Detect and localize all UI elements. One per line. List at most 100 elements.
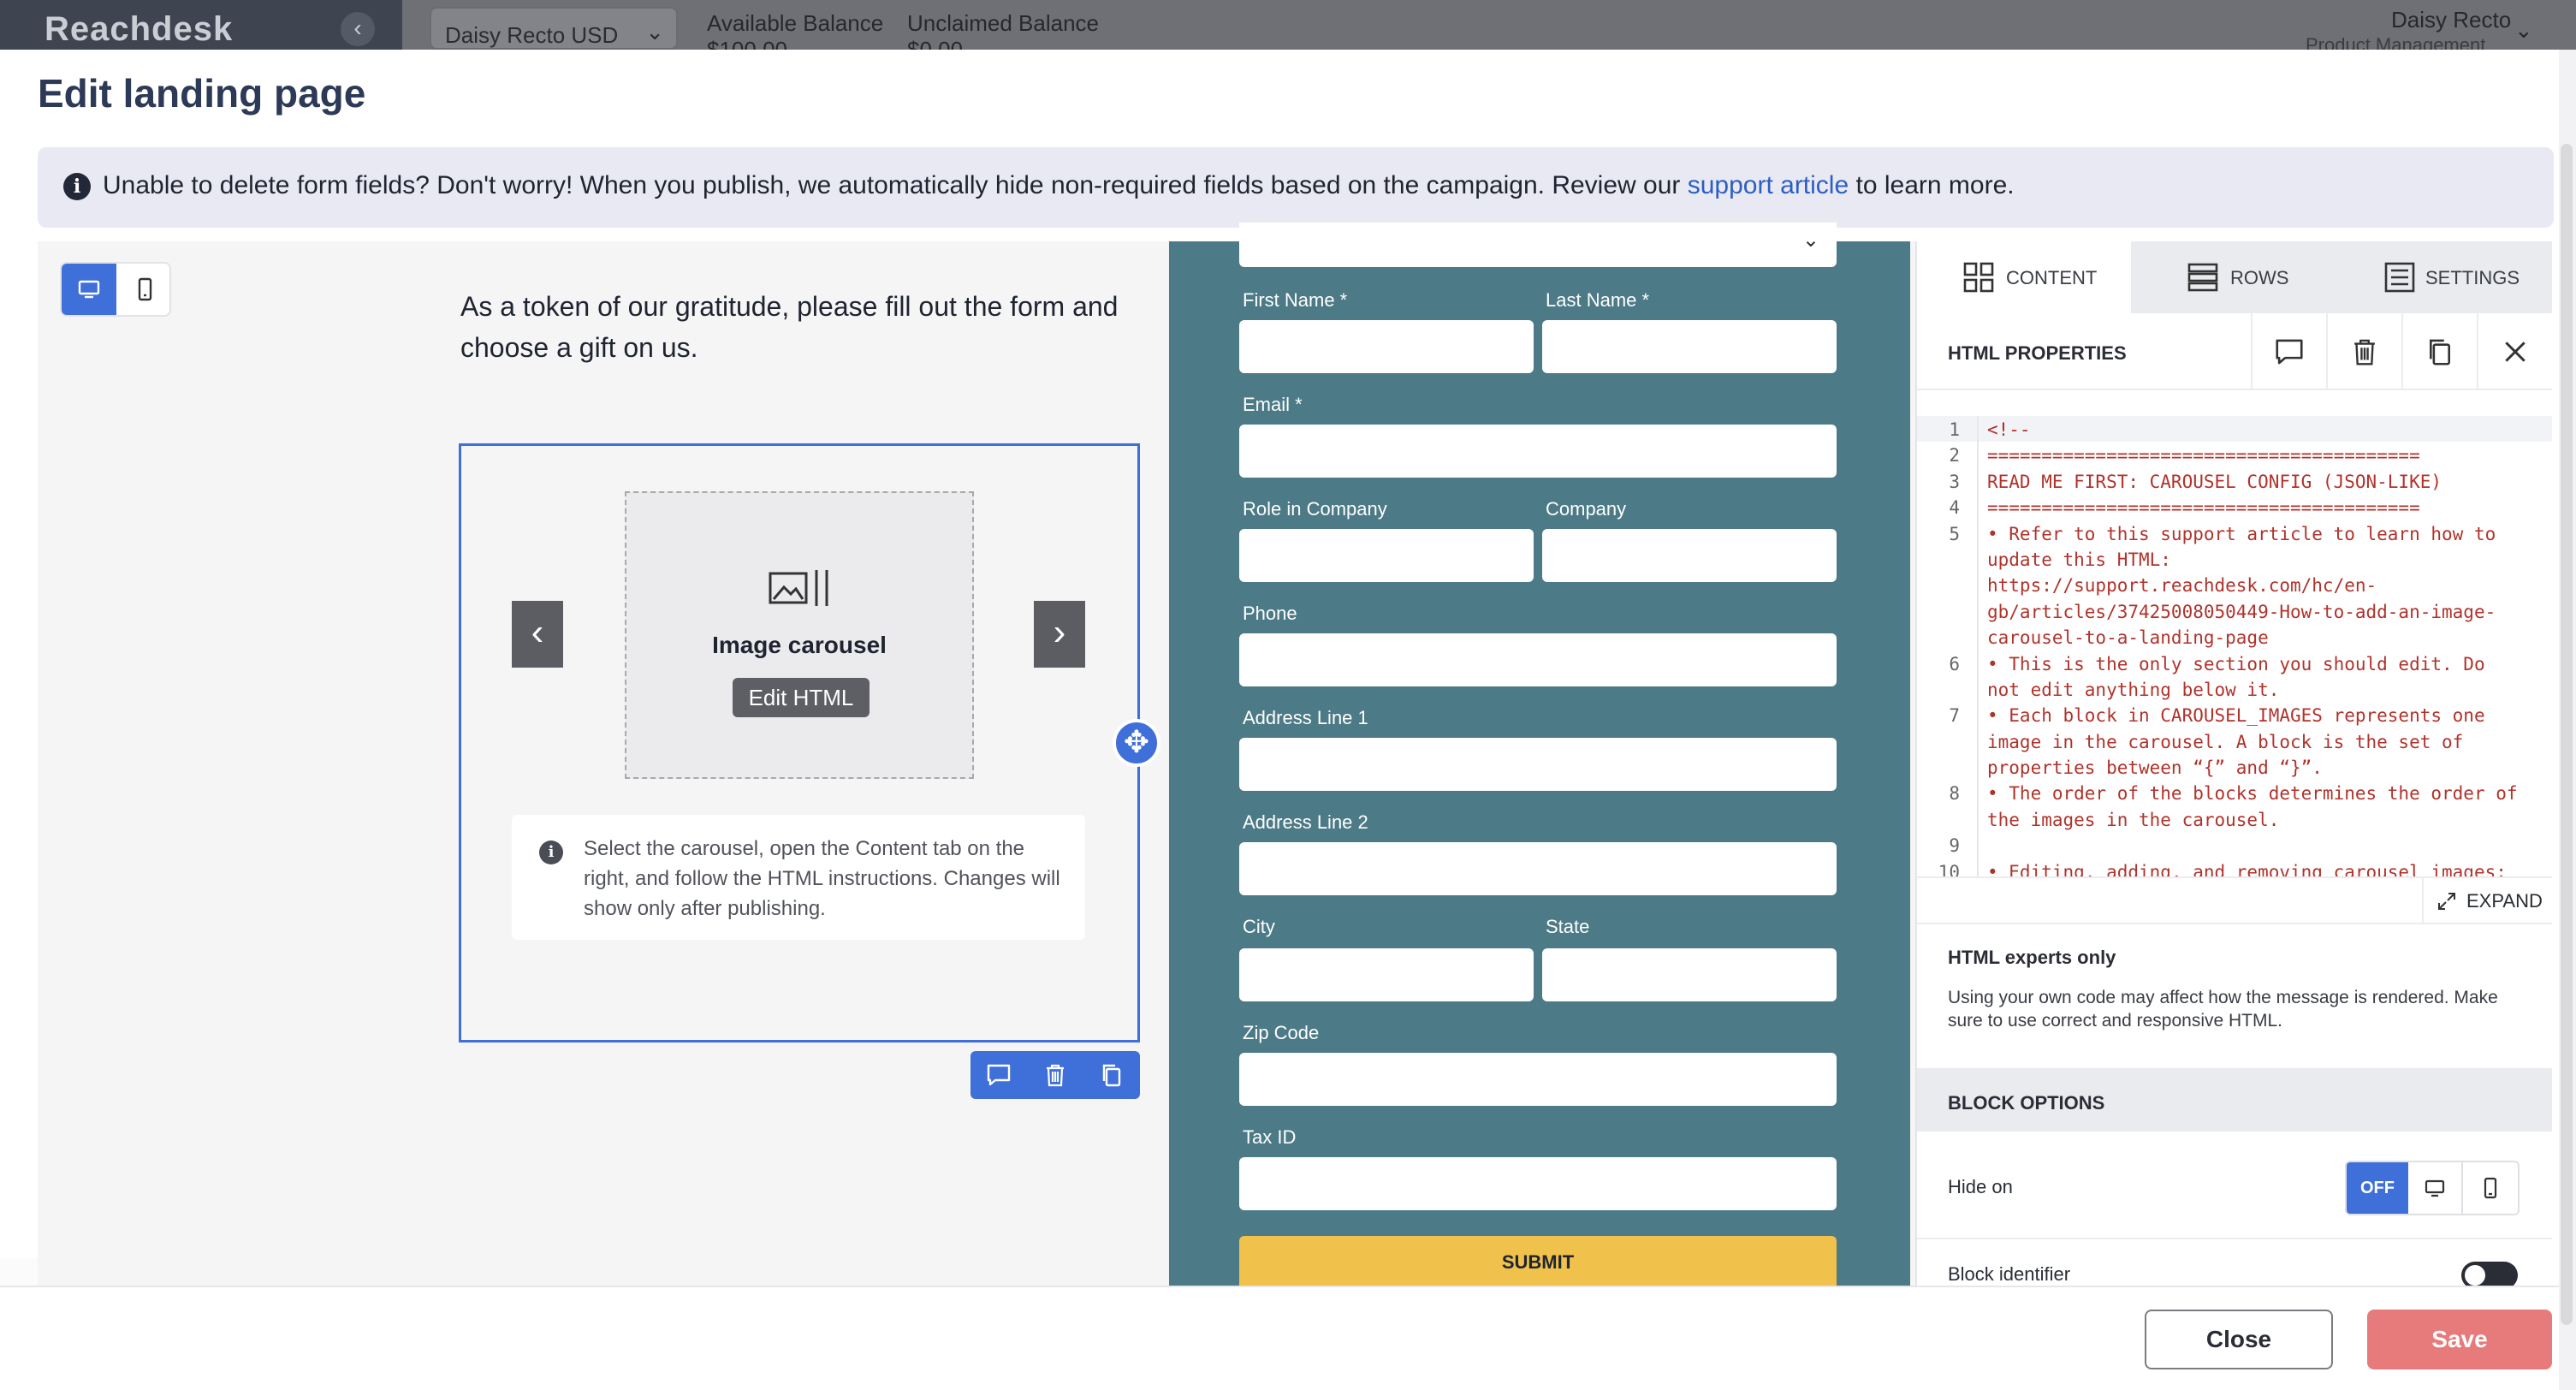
code-line[interactable]: image in the carousel. A block is the se… (1987, 732, 2543, 757)
code-line[interactable]: carousel-to-a-landing-page (1987, 627, 2543, 653)
email-label: Email * (1243, 394, 1303, 415)
code-line[interactable]: • Refer to this support article to learn… (1987, 524, 2543, 549)
user-menu-chevron-icon[interactable]: ⌄ (2514, 17, 2533, 44)
code-line[interactable]: gb/articles/37425008050449-How-to-add-an… (1987, 602, 2543, 627)
tax-id-input[interactable] (1239, 1157, 1837, 1210)
address1-input[interactable] (1239, 738, 1837, 791)
comment-icon (987, 1064, 1011, 1086)
block-options-title: BLOCK OPTIONS (1948, 1092, 2105, 1114)
expand-bar: EXPAND (1917, 876, 2552, 924)
account-select[interactable]: Daisy Recto USD ⌄ (430, 7, 678, 50)
html-experts-note: HTML experts only Using your own code ma… (1917, 924, 2552, 1042)
code-line-number (1929, 732, 1960, 757)
block-options-header: BLOCK OPTIONS (1917, 1068, 2552, 1132)
code-text[interactable]: <!-- ====================================… (1987, 419, 2543, 878)
submit-button[interactable]: SUBMIT (1239, 1236, 1837, 1289)
mobile-preview-button[interactable] (118, 264, 173, 315)
block-identifier-label: Block identifier (1948, 1263, 2071, 1285)
rows-icon (2187, 263, 2218, 292)
email-input[interactable] (1239, 425, 1837, 478)
phone-input[interactable] (1239, 633, 1837, 686)
carousel-placeholder[interactable]: Image carousel Edit HTML (625, 491, 974, 779)
tab-content[interactable]: CONTENT (1917, 241, 2131, 313)
hide-on-desktop-button[interactable] (2408, 1162, 2463, 1214)
city-label: City (1243, 916, 1275, 937)
block-toolbar (970, 1051, 1140, 1099)
hide-on-mobile-button[interactable] (2463, 1162, 2518, 1214)
delete-button[interactable] (1027, 1051, 1083, 1099)
last-name-input[interactable] (1542, 320, 1837, 373)
modal-title: Edit landing page (38, 71, 366, 116)
carousel-prev-button[interactable]: ‹ (512, 601, 563, 668)
code-line[interactable]: https://support.reachdesk.com/hc/en- (1987, 575, 2543, 601)
code-line[interactable]: <!-- (1987, 419, 2543, 445)
expand-button[interactable]: EXPAND (2422, 878, 2552, 923)
code-line[interactable]: • The order of the blocks determines the… (1987, 783, 2543, 809)
tab-rows[interactable]: ROWS (2131, 241, 2342, 313)
company-input[interactable] (1542, 529, 1837, 582)
notice-text: Unable to delete form fields? Don't worr… (103, 171, 2015, 200)
code-line[interactable]: • This is the only section you should ed… (1987, 654, 2543, 680)
duplicate-button[interactable] (1083, 1051, 1140, 1099)
desktop-icon (2425, 1179, 2445, 1197)
chevron-down-icon: ⌄ (1801, 229, 1819, 252)
block-identifier-row: Block identifier (1917, 1241, 2552, 1292)
hide-on-label: Hide on (1948, 1176, 2013, 1197)
role-label: Role in Company (1243, 498, 1387, 520)
duplicate-block-button[interactable] (2401, 313, 2477, 389)
comment-button[interactable] (2251, 313, 2326, 389)
hide-off-button[interactable]: OFF (2347, 1162, 2408, 1214)
code-line[interactable]: properties between “{” and “}”. (1987, 757, 2543, 783)
image-carousel-label: Image carousel (712, 632, 887, 658)
unclaimed-balance-label: Unclaimed Balance (907, 10, 1100, 36)
code-line[interactable]: the images in the carousel. (1987, 810, 2543, 835)
first-name-input[interactable] (1239, 320, 1534, 373)
modal-scrollbar[interactable] (2559, 50, 2576, 1390)
html-properties-title: HTML PROPERTIES (1948, 342, 2127, 364)
zip-input[interactable] (1239, 1053, 1837, 1106)
html-code-editor[interactable]: 1 2 3 4 5 6 7 8 9 10 <!-- ========================… (1917, 416, 2552, 878)
code-line[interactable]: ======================================== (1987, 445, 2543, 471)
tab-settings[interactable]: SETTINGS (2342, 241, 2552, 313)
code-line[interactable]: update this HTML: (1987, 549, 2543, 575)
account-select-value: Daisy Recto USD (445, 22, 619, 48)
carousel-next-button[interactable]: › (1034, 601, 1085, 668)
hide-on-row: Hide on OFF (1917, 1132, 2552, 1239)
close-button[interactable]: Close (2145, 1310, 2333, 1369)
close-panel-button[interactable] (2477, 313, 2552, 389)
state-input[interactable] (1542, 948, 1837, 1001)
mobile-icon (2484, 1177, 2497, 1199)
code-line-number (1929, 810, 1960, 835)
carousel-info-box: i Select the carousel, open the Content … (512, 815, 1085, 940)
scrollbar-thumb[interactable] (2561, 144, 2573, 1325)
city-input[interactable] (1239, 948, 1534, 1001)
image-carousel-icon (769, 570, 828, 606)
desktop-preview-button[interactable] (62, 264, 116, 315)
code-line[interactable] (1987, 835, 2543, 861)
code-line[interactable]: • Each block in CAROUSEL_IMAGES represen… (1987, 705, 2543, 731)
toggle-knob (2465, 1265, 2485, 1286)
support-article-link[interactable]: support article (1688, 171, 1849, 199)
user-name[interactable]: Daisy Recto (2391, 7, 2511, 33)
address2-input[interactable] (1239, 842, 1837, 895)
collapse-sidebar-button[interactable]: ‹ (341, 12, 375, 46)
save-button[interactable]: Save (2367, 1310, 2552, 1369)
code-line[interactable]: not edit anything below it. (1987, 680, 2543, 705)
code-line-number (1929, 602, 1960, 627)
code-line[interactable]: ======================================== (1987, 497, 2543, 523)
code-line[interactable]: READ ME FIRST: CAROUSEL CONFIG (JSON-LIK… (1987, 472, 2543, 497)
hide-on-toggle-group: OFF (2345, 1161, 2520, 1215)
delete-block-button[interactable] (2326, 313, 2401, 389)
address2-label: Address Line 2 (1243, 811, 1368, 833)
code-line-number: 6 (1949, 653, 1960, 674)
mobile-icon (138, 277, 152, 301)
tab-settings-label: SETTINGS (2425, 267, 2520, 288)
phone-label: Phone (1243, 603, 1297, 624)
move-handle-icon[interactable]: ✥ (1113, 719, 1160, 767)
edit-html-button[interactable]: Edit HTML (733, 678, 870, 717)
code-line-number (1929, 757, 1960, 783)
comment-button[interactable] (970, 1051, 1027, 1099)
code-line-number: 7 (1949, 705, 1960, 727)
select-field[interactable]: ⌄ (1239, 223, 1837, 267)
role-input[interactable] (1239, 529, 1534, 582)
